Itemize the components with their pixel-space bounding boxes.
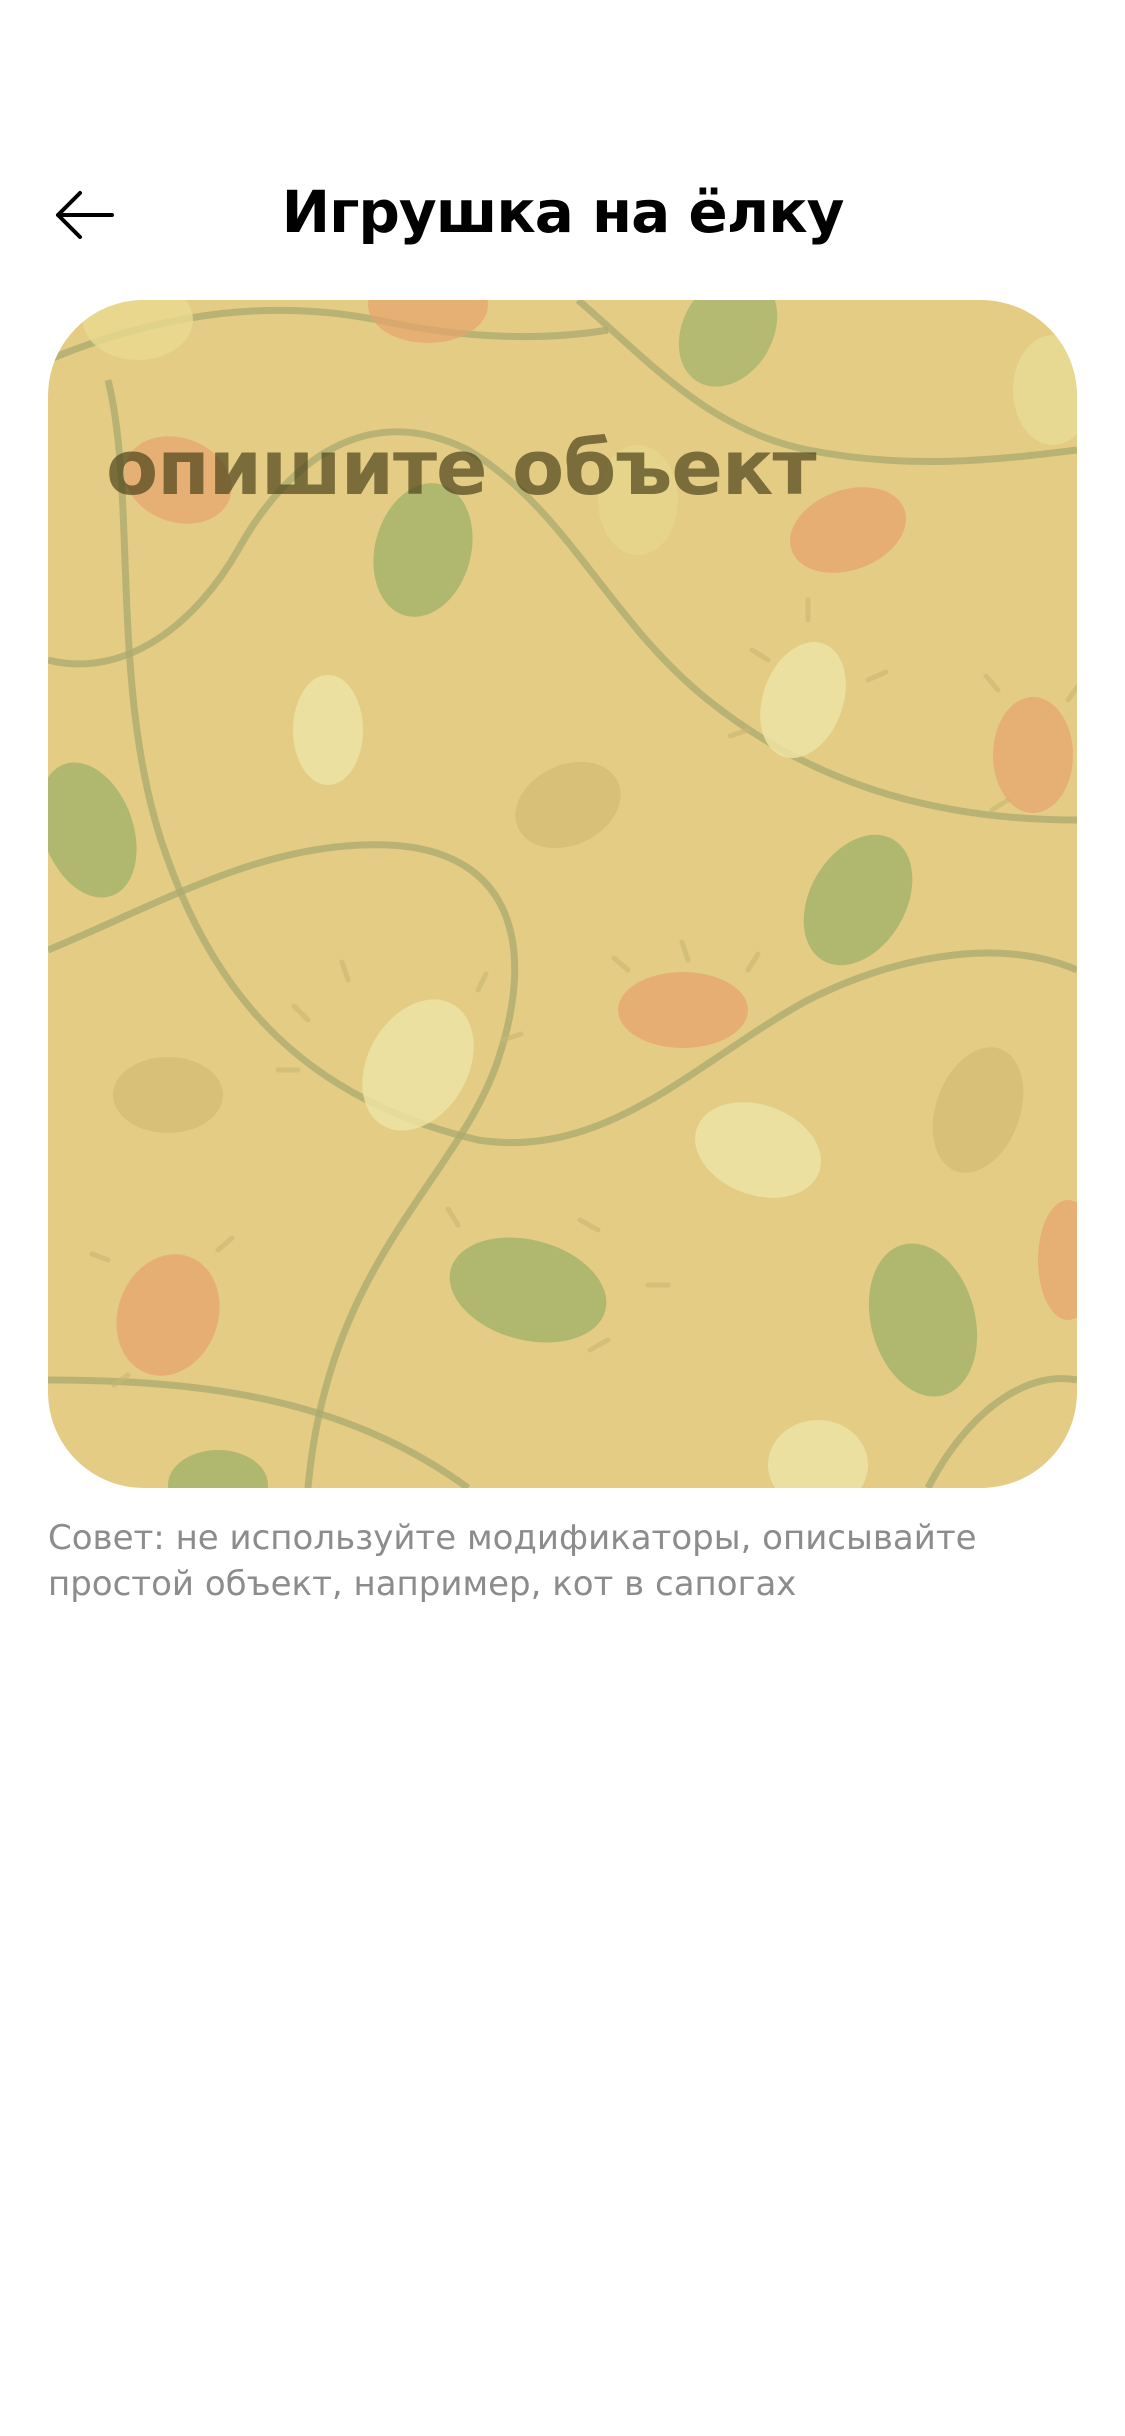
top-bar: Игрушка на ёлку [0, 150, 1125, 280]
object-description-input[interactable] [106, 418, 1036, 518]
back-button[interactable] [44, 180, 124, 250]
arrow-left-icon [56, 191, 114, 239]
page-title: Игрушка на ёлку [281, 178, 845, 246]
hint-text: Совет: не используйте модификаторы, опис… [48, 1518, 977, 1604]
prompt-canvas[interactable] [48, 300, 1077, 1488]
